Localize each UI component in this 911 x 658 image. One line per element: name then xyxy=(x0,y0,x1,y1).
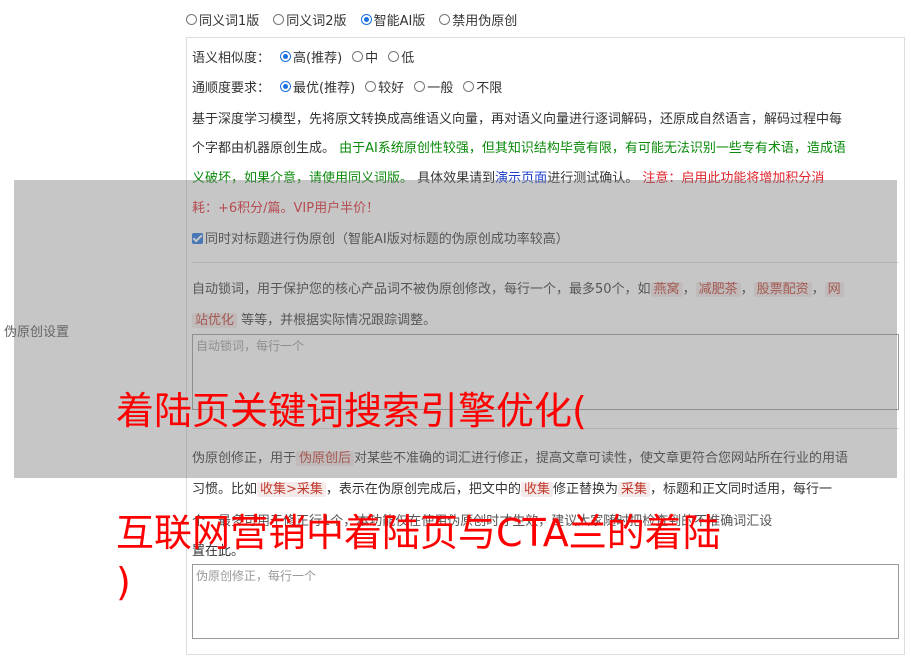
mode-radio-group: 同义词1版 同义词2版 智能AI版 禁用伪原创 xyxy=(186,9,517,29)
side-label: 伪原创设置 xyxy=(4,325,70,340)
radio-icon[interactable] xyxy=(439,13,451,25)
fluency-label: 通顺度要求： xyxy=(192,80,271,96)
fluency-good[interactable]: 较好 xyxy=(365,77,404,96)
headline-line2: 互联网营销中着陆页与CTA兰的着陆 xyxy=(116,511,721,555)
ai-description-line2: 个字都由机器原创生成。 由于AI系统原创性较强，但其知识结构毕竟有限，有可能无法… xyxy=(192,141,846,156)
fluency-any[interactable]: 不限 xyxy=(463,77,502,96)
radio-icon[interactable] xyxy=(463,80,475,92)
headline-line3: ) xyxy=(116,560,131,604)
mode-synonym-2[interactable]: 同义词2版 xyxy=(273,10,347,29)
radio-selected-icon[interactable] xyxy=(280,80,292,92)
similarity-high[interactable]: 高(推荐) xyxy=(280,47,342,66)
fluency-normal[interactable]: 一般 xyxy=(414,77,453,96)
similarity-row: 语义相似度： 高(推荐) 中 低 xyxy=(192,46,414,66)
similarity-low[interactable]: 低 xyxy=(388,47,414,66)
ai-description-line1: 基于深度学习模型，先将原文转换成高维语义向量，再对语义向量进行逐词解码，还原成自… xyxy=(192,112,843,127)
mode-ai[interactable]: 智能AI版 xyxy=(360,10,425,29)
headline-line1: 着陆页关键词搜索引擎优化( xyxy=(116,389,587,433)
similarity-label: 语义相似度： xyxy=(192,50,271,66)
radio-icon[interactable] xyxy=(388,50,400,62)
mode-disabled[interactable]: 禁用伪原创 xyxy=(439,10,517,29)
radio-icon[interactable] xyxy=(352,50,364,62)
radio-icon[interactable] xyxy=(186,13,197,25)
radio-icon[interactable] xyxy=(414,80,426,92)
radio-icon[interactable] xyxy=(365,80,377,92)
radio-selected-icon[interactable] xyxy=(280,50,292,62)
corrections-textarea[interactable]: 伪原创修正，每行一个 xyxy=(192,564,899,639)
corrections-help-line2: 习惯。比如 收集>采集 ，表示在伪原创完成后，把文中的 收集 修正替换为 采集 ，标题和正文… xyxy=(192,482,832,497)
radio-icon[interactable] xyxy=(273,13,285,25)
fluency-best[interactable]: 最优(推荐) xyxy=(280,77,355,96)
fluency-row: 通顺度要求： 最优(推荐) 较好 一般 不限 xyxy=(192,76,502,96)
radio-selected-icon[interactable] xyxy=(360,13,372,25)
mode-synonym-1[interactable]: 同义词1版 xyxy=(186,10,259,29)
similarity-medium[interactable]: 中 xyxy=(352,47,378,66)
